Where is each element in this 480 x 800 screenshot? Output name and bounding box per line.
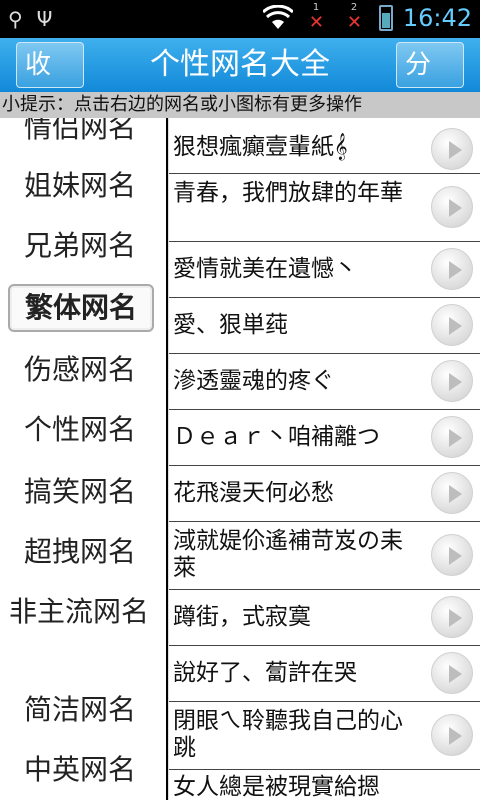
play-icon[interactable] [431,714,473,756]
sidebar-item-cool[interactable]: 超拽网名 [0,536,160,568]
play-icon[interactable] [431,304,473,346]
clock: 16:42 [402,4,472,32]
wifi-icon [262,5,293,29]
list-item[interactable]: 花飛漫天何必愁 [169,466,480,522]
play-icon[interactable] [431,360,473,402]
list-item-name[interactable]: Ｄｅａｒ丶咱補離つ [173,424,423,451]
sidebar-item-chinese-english[interactable]: 中英网名 [0,754,160,786]
usb-icon: Ψ [36,7,53,31]
title-bar: 收藏 个性网名大全 分享 [0,38,480,124]
list-item-name[interactable]: 花飛漫天何必愁 [173,480,423,507]
play-icon[interactable] [431,534,473,576]
sidebar-item-simple[interactable]: 简洁网名 [0,694,160,726]
category-sidebar[interactable]: 情侣网名 姐妹网名 兄弟网名 繁体网名 伤感网名 个性网名 搞笑网名 超拽网名 … [0,118,166,800]
list-item-name[interactable]: 說好了、蔔許在哭 [173,660,423,687]
favorites-button[interactable]: 收藏 [16,42,84,124]
list-item[interactable]: 說好了、蔔許在哭 [169,646,480,702]
sidebar-item-brothers[interactable]: 兄弟网名 [0,230,160,262]
list-item[interactable]: 滲透靈魂的疼ぐ [169,354,480,410]
sidebar-item-funny[interactable]: 搞笑网名 [0,476,160,508]
no-signal-icon: 2 ✕ [346,2,362,33]
play-icon[interactable] [431,248,473,290]
status-bar: ⚲ Ψ 1 ✕ 2 ✕ 16:42 [0,0,480,38]
list-item-name[interactable]: 愛情就美在遺憾丶 [173,256,423,283]
list-item[interactable]: 閉眼ㄟ聆聽我自己的心跳 [169,702,480,770]
play-icon[interactable] [431,186,473,228]
list-item[interactable]: 狠想瘋癲壹輩紙𝄞 [169,124,480,174]
list-item[interactable]: 青春，我們放肆的年華 [169,174,480,242]
list-item[interactable]: 愛、狠単莼 [169,298,480,354]
list-item[interactable]: 淢就媞伱遙補苛岌の耒萊 [169,522,480,590]
page-title: 个性网名大全 [150,47,330,82]
play-icon[interactable] [431,416,473,458]
list-item-name[interactable]: 女人總是被現實給摁 [173,774,423,800]
sidebar-item-couple[interactable]: 情侣网名 [0,118,160,144]
list-item[interactable]: 蹲街，式寂寞 [169,590,480,646]
play-icon[interactable] [431,472,473,514]
sidebar-item-sad[interactable]: 伤感网名 [0,354,160,386]
list-item[interactable]: Ｄｅａｒ丶咱補離つ [169,410,480,466]
sidebar-item-personal[interactable]: 个性网名 [0,414,160,446]
sidebar-item-alternative[interactable]: 非主流网名 [4,596,154,628]
usb-debug-icon: ⚲ [8,7,23,31]
play-icon[interactable] [431,652,473,694]
hint-bar: 小提示：点击右边的网名或小图标有更多操作 [0,92,480,118]
name-list[interactable]: 狠想瘋癲壹輩紙𝄞 青春，我們放肆的年華 愛情就美在遺憾丶 愛、狠単莼 滲透靈魂的… [168,118,480,800]
list-item[interactable]: 愛情就美在遺憾丶 [169,242,480,298]
list-item-name[interactable]: 滲透靈魂的疼ぐ [173,368,423,395]
list-item-name[interactable]: 愛、狠単莼 [173,312,423,339]
sidebar-item-traditional[interactable]: 繁体网名 [8,284,154,332]
no-signal-icon: 1 ✕ [308,2,324,33]
list-item-name[interactable]: 狠想瘋癲壹輩紙𝄞 [173,134,423,161]
sidebar-item-sisters[interactable]: 姐妹网名 [0,170,160,202]
list-item[interactable]: 女人總是被現實給摁 [169,770,480,800]
list-item-name[interactable]: 青春，我們放肆的年華 [173,180,423,207]
list-item-name[interactable]: 蹲街，式寂寞 [173,604,423,631]
play-icon[interactable] [431,128,473,170]
play-icon[interactable] [431,596,473,638]
list-item-name[interactable]: 淢就媞伱遙補苛岌の耒萊 [173,528,423,582]
share-button[interactable]: 分享 [396,42,464,124]
list-item-name[interactable]: 閉眼ㄟ聆聽我自己的心跳 [173,708,423,762]
battery-charging-icon [378,5,393,31]
